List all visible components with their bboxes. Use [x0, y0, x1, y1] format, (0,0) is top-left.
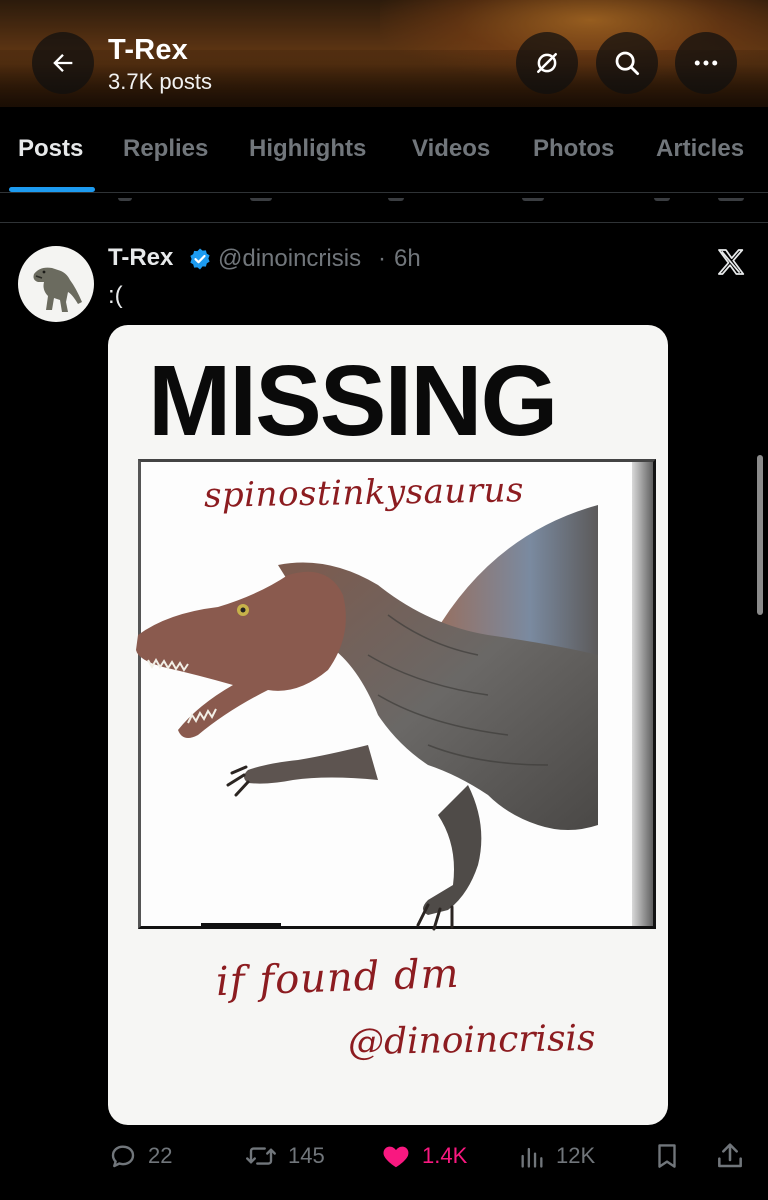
like-icon-fragment: [388, 193, 404, 201]
post-media-image[interactable]: MISSING spinostinkysaurus if found dm @d…: [108, 325, 668, 1125]
reply-icon: [111, 1145, 135, 1168]
views-count: 12K: [556, 1143, 596, 1168]
tab-highlights[interactable]: Highlights: [249, 135, 366, 163]
verified-badge-icon: [190, 248, 210, 270]
post-timestamp[interactable]: 6h: [394, 245, 421, 273]
x-logo-icon: [718, 249, 745, 275]
post-text: :(: [108, 282, 123, 309]
profile-title: T-Rex: [108, 34, 188, 66]
avatar[interactable]: [18, 246, 94, 322]
meta-separator: ·: [378, 245, 386, 272]
photo-frame-shadow: [632, 462, 656, 926]
poster-handle-note: @dinoincrisis: [347, 1017, 596, 1064]
bookmark-icon-fragment: [654, 193, 670, 201]
previous-post-actions: [0, 193, 768, 223]
reply-count: 22: [148, 1143, 173, 1168]
tab-articles[interactable]: Articles: [656, 135, 744, 163]
notifications-off-icon: [537, 53, 557, 73]
arrow-left-icon: [53, 54, 73, 72]
repost-icon: [246, 1147, 276, 1165]
share-icon-fragment: [718, 193, 744, 201]
post-count: 3.7K posts: [108, 69, 212, 94]
active-tab-indicator: [9, 187, 95, 192]
tab-videos[interactable]: Videos: [412, 135, 490, 163]
repost-button[interactable]: 145: [244, 1140, 325, 1172]
post-author-handle[interactable]: @dinoincrisis: [218, 245, 361, 273]
reply-button[interactable]: 22: [108, 1140, 172, 1172]
like-count: 1.4K: [422, 1143, 468, 1168]
share-icon: [718, 1143, 742, 1168]
poster-headline: MISSING: [148, 345, 558, 457]
profile-header-banner: T-Rex 3.7K posts: [0, 0, 768, 107]
more-options-button[interactable]: [675, 32, 737, 94]
profile-tabs: Posts Replies Highlights Videos Photos A…: [0, 107, 768, 193]
like-button[interactable]: 1.4K: [380, 1140, 467, 1172]
search-icon: [615, 51, 639, 75]
spinosaurus-illustration: [136, 505, 598, 931]
tab-photos[interactable]: Photos: [533, 135, 614, 163]
views-icon-fragment: [522, 193, 544, 201]
reply-icon-fragment: [118, 193, 132, 201]
heart-filled-icon: [383, 1146, 409, 1168]
repost-count: 145: [288, 1143, 325, 1168]
more-dots-icon: [694, 60, 718, 66]
bookmark-button[interactable]: [652, 1140, 682, 1172]
views-button[interactable]: 12K: [518, 1140, 595, 1172]
scrollbar[interactable]: [757, 455, 763, 615]
poster-name-note: spinostinkysaurus: [203, 470, 525, 516]
search-button[interactable]: [596, 32, 658, 94]
post-author-name[interactable]: T-Rex: [108, 244, 173, 272]
views-chart-icon: [521, 1147, 543, 1168]
poster-found-note: if found dm: [215, 950, 461, 1006]
share-button[interactable]: [714, 1140, 746, 1172]
notifications-toggle-button[interactable]: [516, 32, 578, 94]
repost-icon-fragment: [250, 193, 272, 201]
tab-replies[interactable]: Replies: [123, 135, 208, 163]
tab-posts[interactable]: Posts: [18, 135, 83, 163]
bookmark-icon: [658, 1144, 676, 1168]
t-rex-avatar-image: [33, 267, 82, 312]
back-button[interactable]: [32, 32, 94, 94]
